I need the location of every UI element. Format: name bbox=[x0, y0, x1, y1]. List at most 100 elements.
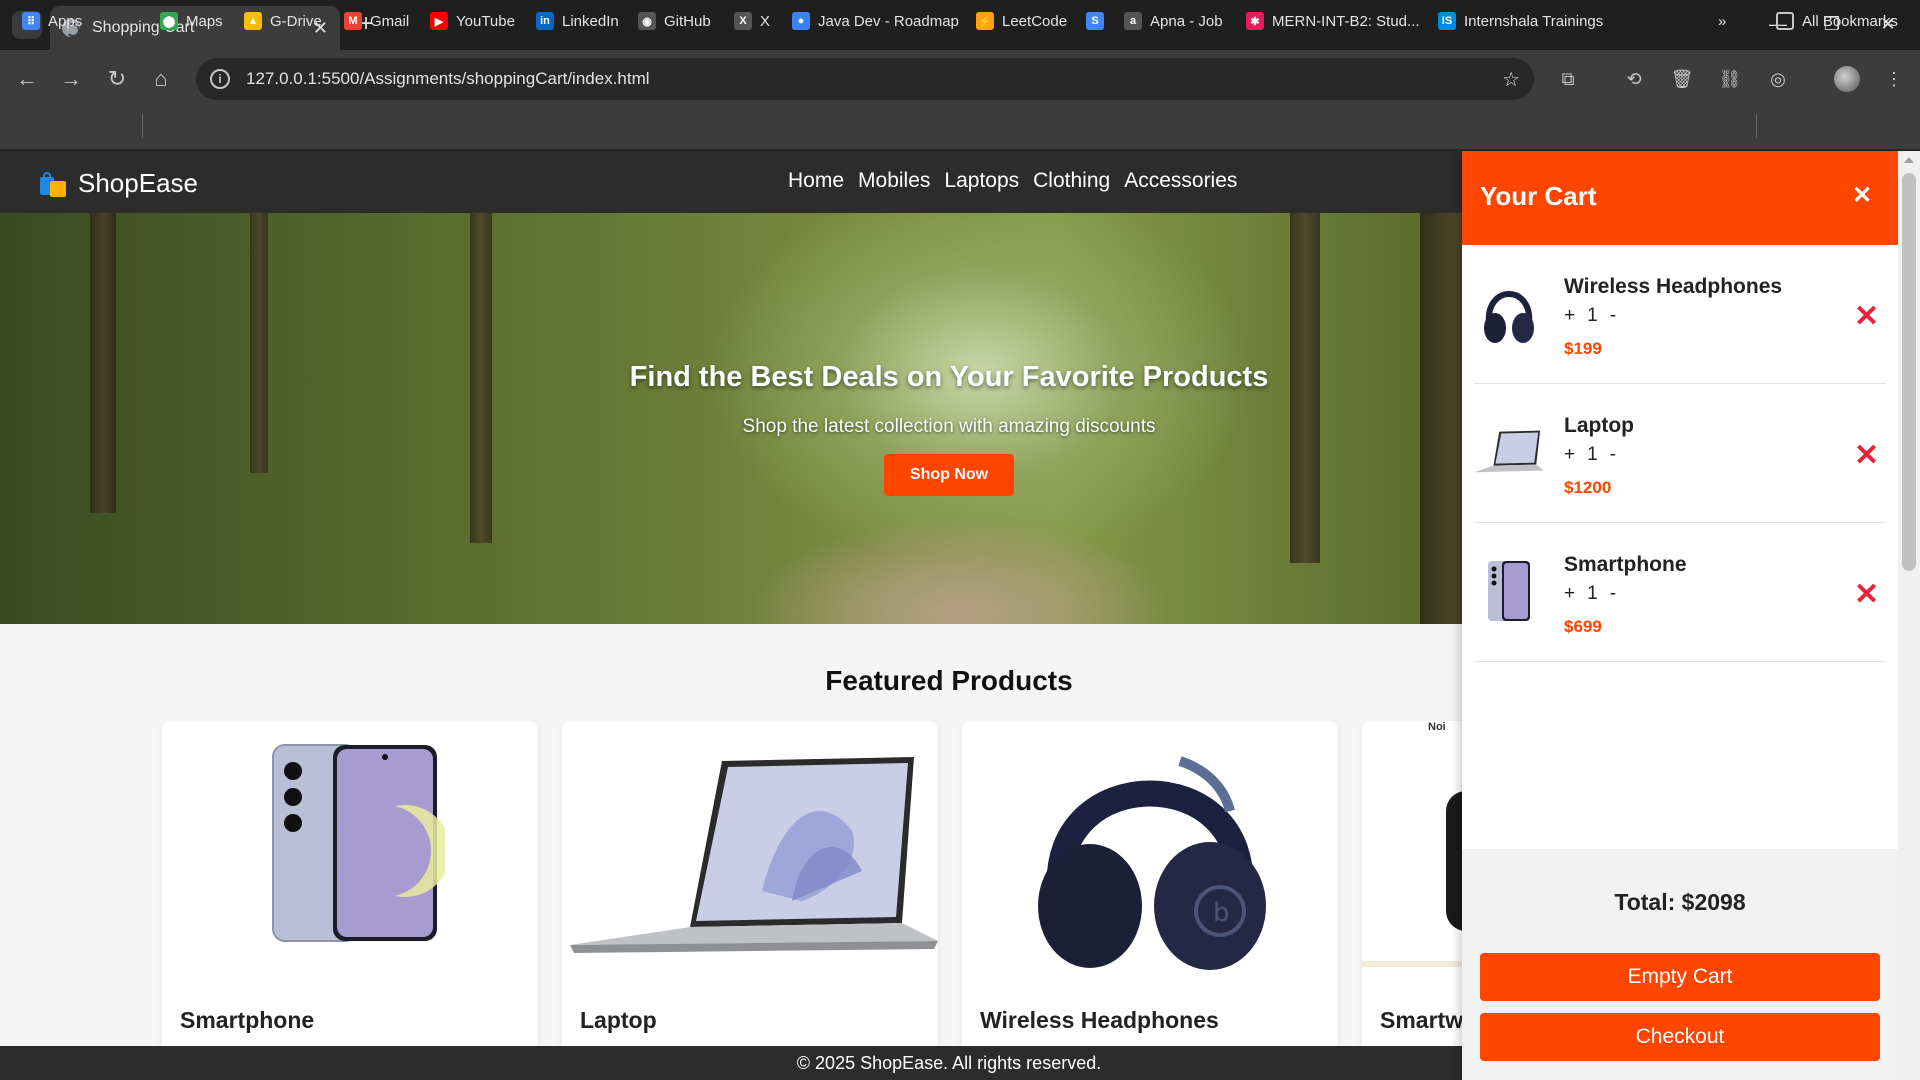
web-page: ShopEase Home Mobiles Laptops Clothing A… bbox=[0, 151, 1920, 1080]
github-icon: ◉ bbox=[638, 12, 656, 30]
bookmark-label: Internshala Trainings bbox=[1464, 12, 1604, 30]
bookmark-item[interactable]: ✱ MERN-INT-B2: Stud... bbox=[1246, 10, 1420, 32]
quantity-value: 1 bbox=[1587, 583, 1598, 604]
trash-icon[interactable]: 🗑 bbox=[1668, 65, 1696, 93]
url-text: 127.0.0.1:5500/Assignments/shoppingCart/… bbox=[246, 69, 650, 88]
history-icon[interactable]: ⟲ bbox=[1620, 65, 1648, 93]
x-icon: X bbox=[734, 12, 752, 30]
svg-text:b: b bbox=[1213, 898, 1230, 928]
kebab-menu-icon[interactable]: ⋮ bbox=[1880, 65, 1908, 93]
bookmark-label: Gmail bbox=[370, 12, 410, 30]
bookmark-item[interactable]: ⬤ Maps bbox=[160, 10, 223, 32]
main-nav: Home Mobiles Laptops Clothing Accessorie… bbox=[788, 169, 1237, 193]
nav-clothing[interactable]: Clothing bbox=[1033, 169, 1110, 193]
headphones-thumbnail bbox=[1474, 275, 1544, 351]
roadmap-icon: ● bbox=[792, 12, 810, 30]
cart-item-name: Smartphone bbox=[1564, 553, 1687, 576]
smartphone-thumbnail bbox=[1474, 553, 1544, 629]
scrollbar-thumb[interactable] bbox=[1902, 173, 1916, 571]
cart-close-icon[interactable]: ✕ bbox=[1852, 181, 1872, 210]
cart-item-name: Wireless Headphones bbox=[1564, 275, 1783, 298]
product-name: Smartw bbox=[1380, 1007, 1464, 1033]
screenshot-icon[interactable]: ◎ bbox=[1764, 65, 1792, 93]
increase-qty-button[interactable]: + bbox=[1564, 305, 1575, 327]
nav-laptops[interactable]: Laptops bbox=[944, 169, 1019, 193]
empty-cart-button[interactable]: Empty Cart bbox=[1480, 953, 1880, 1001]
bookmark-item[interactable]: ● Java Dev - Roadmap bbox=[792, 10, 959, 32]
increase-qty-button[interactable]: + bbox=[1564, 444, 1575, 466]
link-icon[interactable]: ⛓ bbox=[1716, 65, 1744, 93]
bookmark-item[interactable]: IS Internshala Trainings bbox=[1438, 10, 1603, 32]
bookmark-item[interactable]: ▶ YouTube bbox=[430, 10, 515, 32]
product-tag: Noi bbox=[1428, 721, 1446, 733]
shop-now-button[interactable]: Shop Now bbox=[883, 454, 1015, 496]
increase-qty-button[interactable]: + bbox=[1564, 583, 1575, 605]
drive-icon: ▲ bbox=[244, 12, 262, 30]
shopping-bag-icon bbox=[40, 171, 66, 197]
bookmark-label: Apps bbox=[48, 12, 83, 30]
reload-icon[interactable]: ↻ bbox=[102, 64, 132, 94]
bookmark-label: G-Drive bbox=[270, 12, 322, 30]
bookmark-item[interactable]: S bbox=[1086, 10, 1112, 32]
bookmark-item[interactable]: ⠿ Apps bbox=[22, 10, 82, 32]
all-bookmarks-button[interactable]: All Bookmarks bbox=[1776, 10, 1898, 32]
remove-item-icon[interactable]: ✕ bbox=[1854, 299, 1879, 334]
back-icon[interactable]: ← bbox=[12, 64, 42, 94]
page-scrollbar[interactable] bbox=[1898, 151, 1920, 1080]
cart-item-price: $1200 bbox=[1564, 478, 1612, 497]
product-name: Smartphone bbox=[180, 1007, 315, 1033]
quantity-stepper: + 1 - bbox=[1564, 444, 1616, 466]
checkout-button[interactable]: Checkout bbox=[1480, 1013, 1880, 1061]
s-badge-icon: S bbox=[1086, 12, 1104, 30]
remove-item-icon[interactable]: ✕ bbox=[1854, 577, 1879, 612]
bookmark-item[interactable]: ◉ GitHub bbox=[638, 10, 711, 32]
product-card-smartphone[interactable]: Smartphone bbox=[162, 721, 538, 1051]
forward-icon[interactable]: → bbox=[56, 64, 86, 94]
address-bar[interactable]: i 127.0.0.1:5500/Assignments/shoppingCar… bbox=[196, 58, 1534, 100]
bookmark-star-icon[interactable]: ☆ bbox=[1502, 67, 1520, 92]
bookmark-label: Maps bbox=[186, 12, 223, 30]
cart-item: Laptop + 1 - $1200 ✕ bbox=[1474, 384, 1886, 523]
product-card-headphones[interactable]: b Wireless Headphones bbox=[962, 721, 1338, 1051]
internshala-icon: IS bbox=[1438, 12, 1456, 30]
bookmark-item[interactable]: ⚡ LeetCode bbox=[976, 10, 1067, 32]
bookmark-item[interactable]: ▲ G-Drive bbox=[244, 10, 322, 32]
bookmarks-divider bbox=[1756, 114, 1757, 138]
home-icon[interactable]: ⌂ bbox=[146, 64, 176, 94]
bookmarks-bar bbox=[0, 108, 1920, 150]
nav-accessories[interactable]: Accessories bbox=[1124, 169, 1237, 193]
bookmark-item[interactable]: in LinkedIn bbox=[536, 10, 619, 32]
linkedin-icon: in bbox=[536, 12, 554, 30]
quantity-value: 1 bbox=[1587, 444, 1598, 465]
bookmark-label: GitHub bbox=[664, 12, 711, 30]
browser-toolbar: ← → ↻ ⌂ i 127.0.0.1:5500/Assignments/sho… bbox=[0, 50, 1920, 108]
site-logo[interactable]: ShopEase bbox=[40, 168, 198, 199]
quantity-value: 1 bbox=[1587, 305, 1598, 326]
bookmark-label: X bbox=[760, 12, 771, 30]
quantity-stepper: + 1 - bbox=[1564, 305, 1616, 327]
remove-item-icon[interactable]: ✕ bbox=[1854, 438, 1879, 473]
scroll-up-arrow-icon[interactable] bbox=[1904, 157, 1914, 163]
profile-avatar[interactable] bbox=[1834, 66, 1860, 92]
quantity-stepper: + 1 - bbox=[1564, 583, 1616, 605]
bookmarks-divider bbox=[142, 114, 143, 138]
bookmark-item[interactable]: a Apna - Job bbox=[1124, 10, 1223, 32]
decrease-qty-button[interactable]: - bbox=[1610, 305, 1616, 327]
bookmark-item[interactable]: XX bbox=[734, 10, 770, 32]
nav-mobiles[interactable]: Mobiles bbox=[858, 169, 930, 193]
bookmark-label: LinkedIn bbox=[562, 12, 619, 30]
cart-item: Wireless Headphones + 1 - $199 ✕ bbox=[1474, 245, 1886, 384]
youtube-icon: ▶ bbox=[430, 12, 448, 30]
gmail-icon: M bbox=[344, 12, 362, 30]
decrease-qty-button[interactable]: - bbox=[1610, 444, 1616, 466]
bookmark-item[interactable]: M Gmail bbox=[344, 10, 409, 32]
nav-home[interactable]: Home bbox=[788, 169, 844, 193]
decrease-qty-button[interactable]: - bbox=[1610, 583, 1616, 605]
bookmark-label: LeetCode bbox=[1002, 12, 1068, 30]
more-bookmarks-chevron-icon[interactable]: » bbox=[1718, 10, 1726, 32]
cart-item-price: $699 bbox=[1564, 617, 1602, 636]
site-info-icon[interactable]: i bbox=[210, 69, 230, 89]
extensions-icon[interactable]: ⧉ bbox=[1554, 65, 1582, 93]
product-card-laptop[interactable]: Laptop bbox=[562, 721, 938, 1051]
all-bookmarks-label: All Bookmarks bbox=[1802, 12, 1898, 30]
